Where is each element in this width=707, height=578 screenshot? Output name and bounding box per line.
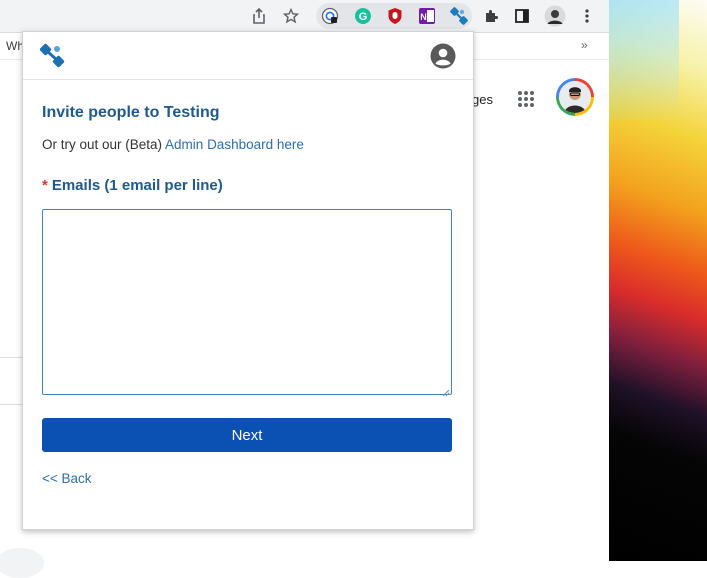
side-panel-icon[interactable] <box>511 5 533 27</box>
grammarly-icon[interactable]: G <box>352 5 374 27</box>
more-bookmarks-button[interactable]: » <box>581 38 588 52</box>
profile-avatar-icon[interactable] <box>544 5 566 27</box>
google-apps-icon[interactable] <box>516 89 536 109</box>
admin-dashboard-link[interactable]: Admin Dashboard here <box>165 137 304 152</box>
account-icon[interactable] <box>430 43 456 69</box>
onenote-icon[interactable]: N <box>416 5 438 27</box>
ublock-icon[interactable] <box>384 5 406 27</box>
bookmark-star-icon[interactable] <box>280 5 302 27</box>
beta-dashboard-line: Or try out our (Beta) Admin Dashboard he… <box>42 137 304 152</box>
emails-textarea[interactable] <box>42 209 452 395</box>
images-link[interactable]: ges <box>472 92 493 107</box>
puzzle-extensions-icon[interactable] <box>480 5 502 27</box>
svg-text:N: N <box>420 12 427 22</box>
subline-text: Or try out our (Beta) <box>42 137 166 152</box>
invite-popup: Invite people to Testing Or try out our … <box>22 31 474 530</box>
resize-grip-icon[interactable] <box>442 384 450 397</box>
desktop-wallpaper <box>609 0 707 561</box>
link-extension-icon[interactable] <box>448 5 470 27</box>
popup-title: Invite people to Testing <box>42 104 220 121</box>
page-divider <box>0 357 22 405</box>
svg-text:G: G <box>359 11 368 23</box>
emails-label: * Emails (1 email per line) <box>42 177 223 194</box>
required-marker: * <box>42 177 48 194</box>
next-button[interactable]: Next <box>42 418 452 452</box>
extension-tracker-icon[interactable] <box>319 5 341 27</box>
google-account-avatar[interactable] <box>556 78 594 116</box>
emails-label-text: Emails (1 email per line) <box>51 177 223 194</box>
kebab-menu-icon[interactable] <box>576 5 598 27</box>
back-link[interactable]: << Back <box>42 471 92 486</box>
page-shape <box>0 548 44 578</box>
app-logo-icon <box>39 42 67 70</box>
share-icon[interactable] <box>248 5 270 27</box>
popup-header <box>23 32 473 80</box>
browser-toolbar: G N <box>0 0 609 33</box>
